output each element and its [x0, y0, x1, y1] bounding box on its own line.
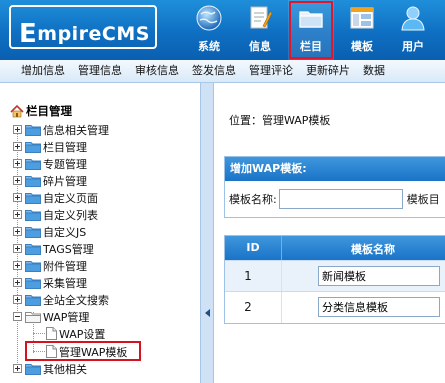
expand-icon[interactable] — [13, 364, 22, 373]
template-name-input[interactable] — [278, 189, 403, 209]
tree-connector-h — [33, 333, 45, 334]
empirecms-logo: EmpireCMS — [9, 5, 157, 49]
tree-item-fulltext-search[interactable]: 全站全文搜索 — [0, 291, 109, 308]
submenu-data[interactable]: 数据 — [363, 60, 385, 82]
folder-icon — [25, 175, 41, 187]
breadcrumb: 位置：管理WAP模板 — [229, 112, 330, 128]
folder-icon — [25, 158, 41, 170]
nav-template[interactable]: 模板 — [339, 0, 385, 60]
template-name-cell-input[interactable] — [318, 297, 440, 317]
folder-icon — [25, 294, 41, 306]
main-content: 位置：管理WAP模板 增加WAP模板: 模板名称: 模板目 ID 模板名称 1 … — [214, 83, 445, 383]
folder-icon — [25, 226, 41, 238]
top-nav: 系统 信息 栏目 模板 用户 — [186, 0, 441, 60]
expand-icon[interactable] — [13, 176, 22, 185]
breadcrumb-prefix: 位置： — [229, 114, 262, 127]
expand-icon[interactable] — [13, 227, 22, 236]
expand-icon[interactable] — [13, 244, 22, 253]
logo-text: mpireCMS — [37, 23, 150, 45]
nav-template-label: 模板 — [351, 40, 373, 53]
submenu-manage-comments[interactable]: 管理评论 — [249, 60, 293, 82]
tree-item-topic-manage[interactable]: 专题管理 — [0, 155, 87, 172]
tree-item-column-manage[interactable]: 栏目管理 — [0, 138, 87, 155]
tree-item-attachment-manage[interactable]: 附件管理 — [0, 257, 87, 274]
add-template-panel-title: 增加WAP模板: — [225, 157, 445, 181]
nav-column-label: 栏目 — [300, 40, 322, 53]
globe-icon — [196, 5, 222, 31]
template-dir-label: 模板目 — [406, 193, 440, 206]
nav-system-label: 系统 — [198, 40, 220, 53]
folder-icon — [25, 277, 41, 289]
column-tree: 栏目管理 信息相关管理 栏目管理 专题管理 碎片管理 自定义页面 自定义列表 自… — [0, 83, 200, 383]
tree-item-wap-manage[interactable]: WAP管理 — [0, 308, 89, 325]
document-icon — [46, 327, 57, 340]
tree-item-info-related[interactable]: 信息相关管理 — [0, 121, 109, 138]
table-header: ID 模板名称 — [225, 236, 445, 260]
template-window-icon — [350, 7, 374, 29]
user-icon — [401, 6, 425, 31]
submenu-sign-info[interactable]: 签发信息 — [192, 60, 236, 82]
nav-column[interactable]: 栏目 — [288, 0, 334, 60]
tree-item-collect-manage[interactable]: 采集管理 — [0, 274, 87, 291]
logo-initial: E — [19, 19, 38, 49]
top-header: EmpireCMS 系统 信息 栏目 模板 用户 — [0, 0, 445, 60]
submenu-add-info[interactable]: 增加信息 — [21, 60, 65, 82]
submenu-audit-info[interactable]: 审核信息 — [135, 60, 179, 82]
expand-icon[interactable] — [13, 142, 22, 151]
sub-menu: 增加信息 管理信息 审核信息 签发信息 管理评论 更新碎片 数据 — [0, 60, 445, 83]
collapse-arrow-icon[interactable] — [205, 309, 210, 317]
folder-icon — [299, 11, 323, 28]
nav-user[interactable]: 用户 — [390, 0, 436, 60]
nav-info[interactable]: 信息 — [237, 0, 283, 60]
table-row: 1 — [225, 260, 445, 292]
tree-title: 栏目管理 — [10, 103, 72, 119]
folder-icon — [25, 141, 41, 153]
breadcrumb-link[interactable]: 管理WAP模板 — [262, 114, 330, 127]
panel-splitter[interactable] — [200, 83, 214, 383]
add-template-panel: 增加WAP模板: 模板名称: 模板目 — [224, 156, 445, 218]
column-header-name: 模板名称 — [351, 243, 395, 256]
expand-icon[interactable] — [13, 295, 22, 304]
row-id: 1 — [244, 269, 252, 283]
expand-icon[interactable] — [13, 261, 22, 270]
tree-item-custom-list[interactable]: 自定义列表 — [0, 206, 98, 223]
template-list-table: ID 模板名称 1 2 — [224, 235, 445, 324]
folder-icon — [25, 260, 41, 272]
document-pencil-icon — [250, 6, 273, 29]
folder-icon — [25, 124, 41, 136]
folder-icon — [25, 363, 41, 375]
nav-info-label: 信息 — [249, 40, 271, 53]
tree-item-other[interactable]: 其他相关 — [0, 360, 87, 377]
expand-icon[interactable] — [13, 159, 22, 168]
tree-item-custom-page[interactable]: 自定义页面 — [0, 189, 98, 206]
nav-user-label: 用户 — [402, 40, 424, 53]
folder-icon — [25, 192, 41, 204]
folder-icon — [25, 209, 41, 221]
template-name-cell-input[interactable] — [318, 266, 440, 286]
home-icon — [10, 104, 24, 117]
table-row: 2 — [225, 291, 445, 323]
expand-icon[interactable] — [13, 278, 22, 287]
tree-item-tags-manage[interactable]: TAGS管理 — [0, 240, 94, 257]
tree-item-fragment-manage[interactable]: 碎片管理 — [0, 172, 87, 189]
selected-item-highlight — [25, 341, 141, 361]
submenu-manage-info[interactable]: 管理信息 — [78, 60, 122, 82]
folder-icon — [25, 243, 41, 255]
tree-item-wap-settings[interactable]: WAP设置 — [46, 325, 105, 342]
expand-icon[interactable] — [13, 210, 22, 219]
tree-title-text: 栏目管理 — [26, 104, 72, 118]
folder-open-icon — [25, 311, 41, 323]
submenu-update-fragments[interactable]: 更新碎片 — [306, 60, 350, 82]
expand-icon[interactable] — [13, 125, 22, 134]
collapse-icon[interactable] — [13, 312, 22, 321]
nav-system[interactable]: 系统 — [186, 0, 232, 60]
column-header-id: ID — [246, 241, 260, 254]
expand-icon[interactable] — [13, 193, 22, 202]
tree-item-custom-js[interactable]: 自定义JS — [0, 223, 86, 240]
row-id: 2 — [244, 300, 252, 314]
template-name-label: 模板名称: — [229, 193, 277, 206]
